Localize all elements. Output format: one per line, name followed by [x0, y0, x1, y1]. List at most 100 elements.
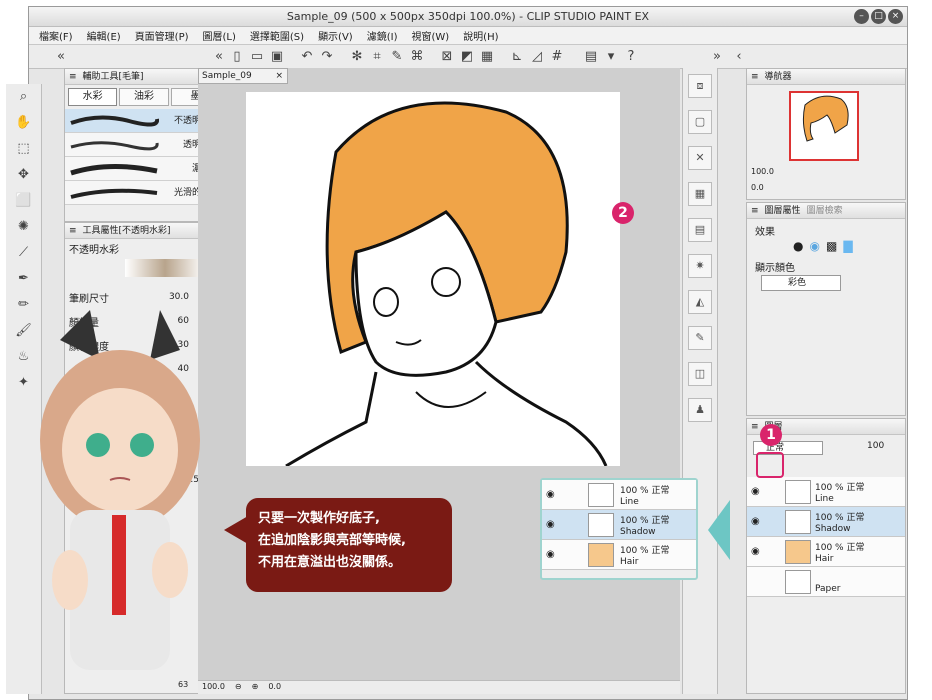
effect-border-icon[interactable]: ● — [793, 239, 803, 253]
edit-material-icon[interactable]: ✎ — [688, 326, 712, 350]
collapse-left-icon[interactable]: « — [53, 49, 69, 65]
navigator-zoom[interactable]: 100.0 — [751, 167, 774, 176]
select-all-icon[interactable]: ▦ — [479, 49, 495, 65]
navigator-icon[interactable]: ⧈ — [688, 74, 712, 98]
eye-icon[interactable]: ◉ — [751, 546, 760, 557]
operation-tool-icon[interactable]: ⬚ — [6, 136, 41, 162]
save-icon[interactable]: ▣ — [269, 49, 285, 65]
close-tab-icon[interactable]: × — [275, 69, 283, 83]
effect-color-icon[interactable]: ▇ — [843, 239, 852, 253]
layer-name: Hair — [815, 554, 834, 564]
effect-watercolor-icon[interactable]: ◉ — [809, 239, 819, 253]
zoom-in-icon[interactable]: ⊕ — [252, 681, 259, 694]
menu-page[interactable]: 頁面管理(P) — [135, 28, 189, 43]
new-file-icon[interactable]: ▯ — [229, 49, 245, 65]
eyedropper-icon[interactable]: ⟋ — [6, 240, 41, 266]
layer-opacity[interactable]: 100 — [867, 441, 884, 451]
fill-icon[interactable]: ◩ — [459, 49, 475, 65]
brush-stroke-preview — [70, 164, 158, 176]
layer-row[interactable]: Paper — [747, 567, 905, 597]
panel-menu-icon[interactable]: ≡ — [751, 69, 759, 85]
layer-move-icon[interactable]: ✥ — [6, 162, 41, 188]
callout-bubble: 只要一次製作好底子, 在追加陰影與亮部等時候, 不用在意溢出也沒關係。 — [246, 498, 452, 592]
deselect-icon[interactable]: ⌗ — [369, 49, 385, 65]
collapse-left-icon-2[interactable]: « — [211, 49, 227, 65]
status-angle[interactable]: 0.0 — [268, 681, 281, 694]
eye-icon[interactable]: ◉ — [751, 486, 760, 497]
panel-menu-icon[interactable]: ≡ — [751, 419, 759, 435]
tab-layer-property[interactable]: 圖層屬性 — [765, 203, 801, 219]
menu-selection[interactable]: 選擇範圍(S) — [250, 28, 304, 43]
ruler-icon[interactable]: ⊾ — [509, 49, 525, 65]
undo-icon[interactable]: ↶ — [299, 49, 315, 65]
menu-window[interactable]: 視窗(W) — [411, 28, 449, 43]
effect-tone-icon[interactable]: ▩ — [826, 239, 837, 253]
eye-icon: ◉ — [546, 549, 555, 560]
layer-mode: 100 % 正常 — [620, 516, 670, 526]
layer-thumbnail — [785, 480, 811, 504]
transform-icon[interactable]: ⌘ — [409, 49, 425, 65]
menu-layer[interactable]: 圖層(L) — [203, 28, 236, 43]
help-icon[interactable]: ? — [623, 49, 639, 65]
navigator-angle[interactable]: 0.0 — [751, 183, 764, 192]
landscape-material-icon[interactable]: ◭ — [688, 290, 712, 314]
tab-watercolor[interactable]: 水彩 — [68, 88, 118, 106]
subview-icon[interactable]: ▢ — [688, 110, 712, 134]
layer-mode: 100 % 正常 — [815, 543, 865, 553]
clear-icon[interactable]: ⊠ — [439, 49, 455, 65]
menu-file[interactable]: 檔案(F) — [39, 28, 73, 43]
pen-tool-icon[interactable]: ✒ — [6, 266, 41, 292]
navigator-thumbnail[interactable] — [789, 91, 859, 161]
canvas-area[interactable]: Sample_09 × 100.0 ⊖ ⊕ 0.0 — [198, 68, 680, 694]
image-material-icon[interactable]: ▤ — [688, 218, 712, 242]
doc-tab[interactable]: Sample_09 × — [198, 68, 288, 84]
grid-icon[interactable]: # — [549, 49, 565, 65]
display-color-select[interactable]: 彩色 — [761, 275, 841, 291]
redo-icon[interactable]: ↷ — [319, 49, 335, 65]
tone-material-icon[interactable]: ▦ — [688, 182, 712, 206]
expand-right-icon[interactable]: » — [709, 49, 725, 65]
menu-edit[interactable]: 編輯(E) — [87, 28, 121, 43]
auto-select-icon[interactable]: ✺ — [6, 214, 41, 240]
tool-property-title: 工具屬性[不透明水彩] — [82, 225, 171, 236]
layer-row[interactable]: ◉ 100 % 正常 Shadow — [747, 507, 905, 537]
layer-thumbnail — [785, 540, 811, 564]
collapse-right-icon[interactable]: ‹ — [731, 49, 747, 65]
layer-mode: 100 % 正常 — [815, 483, 865, 493]
menu-view[interactable]: 顯示(V) — [318, 28, 353, 43]
selection-tool-icon[interactable]: ⬜ — [6, 188, 41, 214]
dropdown-icon[interactable]: ▾ — [603, 49, 619, 65]
layer-mode: 100 % 正常 — [620, 486, 670, 496]
close-button[interactable]: × — [888, 9, 903, 24]
layer-row[interactable]: ◉ 100 % 正常 Hair — [747, 537, 905, 567]
pen-icon[interactable]: ✎ — [389, 49, 405, 65]
layer-row[interactable]: ◉ 100 % 正常 Line — [747, 477, 905, 507]
artwork-canvas[interactable] — [246, 92, 620, 466]
layer-row: ◉ 100 % 正常 Hair — [542, 540, 696, 570]
panel-menu-icon[interactable]: ≡ — [69, 223, 77, 239]
layer-name: Shadow — [620, 527, 656, 537]
panel-menu-icon[interactable]: ≡ — [751, 203, 759, 219]
open-file-icon[interactable]: ▭ — [249, 49, 265, 65]
maximize-button[interactable]: □ — [871, 9, 886, 24]
move-tool-icon[interactable]: ✋ — [6, 110, 41, 136]
clipping-highlight — [756, 452, 784, 478]
3d-material-icon[interactable]: ◫ — [688, 362, 712, 386]
layer-row: ◉ 100 % 正常 Line — [542, 480, 696, 510]
minimize-button[interactable]: – — [854, 9, 869, 24]
tab-layer-search[interactable]: 圖層檢索 — [807, 203, 843, 219]
loading-icon[interactable]: ✻ — [349, 49, 365, 65]
callout-line-1: 只要一次製作好底子, — [258, 511, 380, 526]
pose-material-icon[interactable]: ♟ — [688, 398, 712, 422]
menu-help[interactable]: 說明(H) — [463, 28, 498, 43]
tab-oil[interactable]: 油彩 — [119, 88, 169, 106]
zoom-tool-icon[interactable]: ⌕ — [6, 84, 41, 110]
perspective-icon[interactable]: ◿ — [529, 49, 545, 65]
step-badge-1: 1 — [760, 424, 782, 446]
eye-icon[interactable]: ◉ — [751, 516, 760, 527]
panel-menu-icon[interactable]: ≡ — [69, 69, 77, 85]
material-icon[interactable]: ✕ — [688, 146, 712, 170]
menu-filter[interactable]: 濾鏡(I) — [367, 28, 398, 43]
monitor-icon[interactable]: ▤ — [583, 49, 599, 65]
brush-material-icon[interactable]: ✷ — [688, 254, 712, 278]
